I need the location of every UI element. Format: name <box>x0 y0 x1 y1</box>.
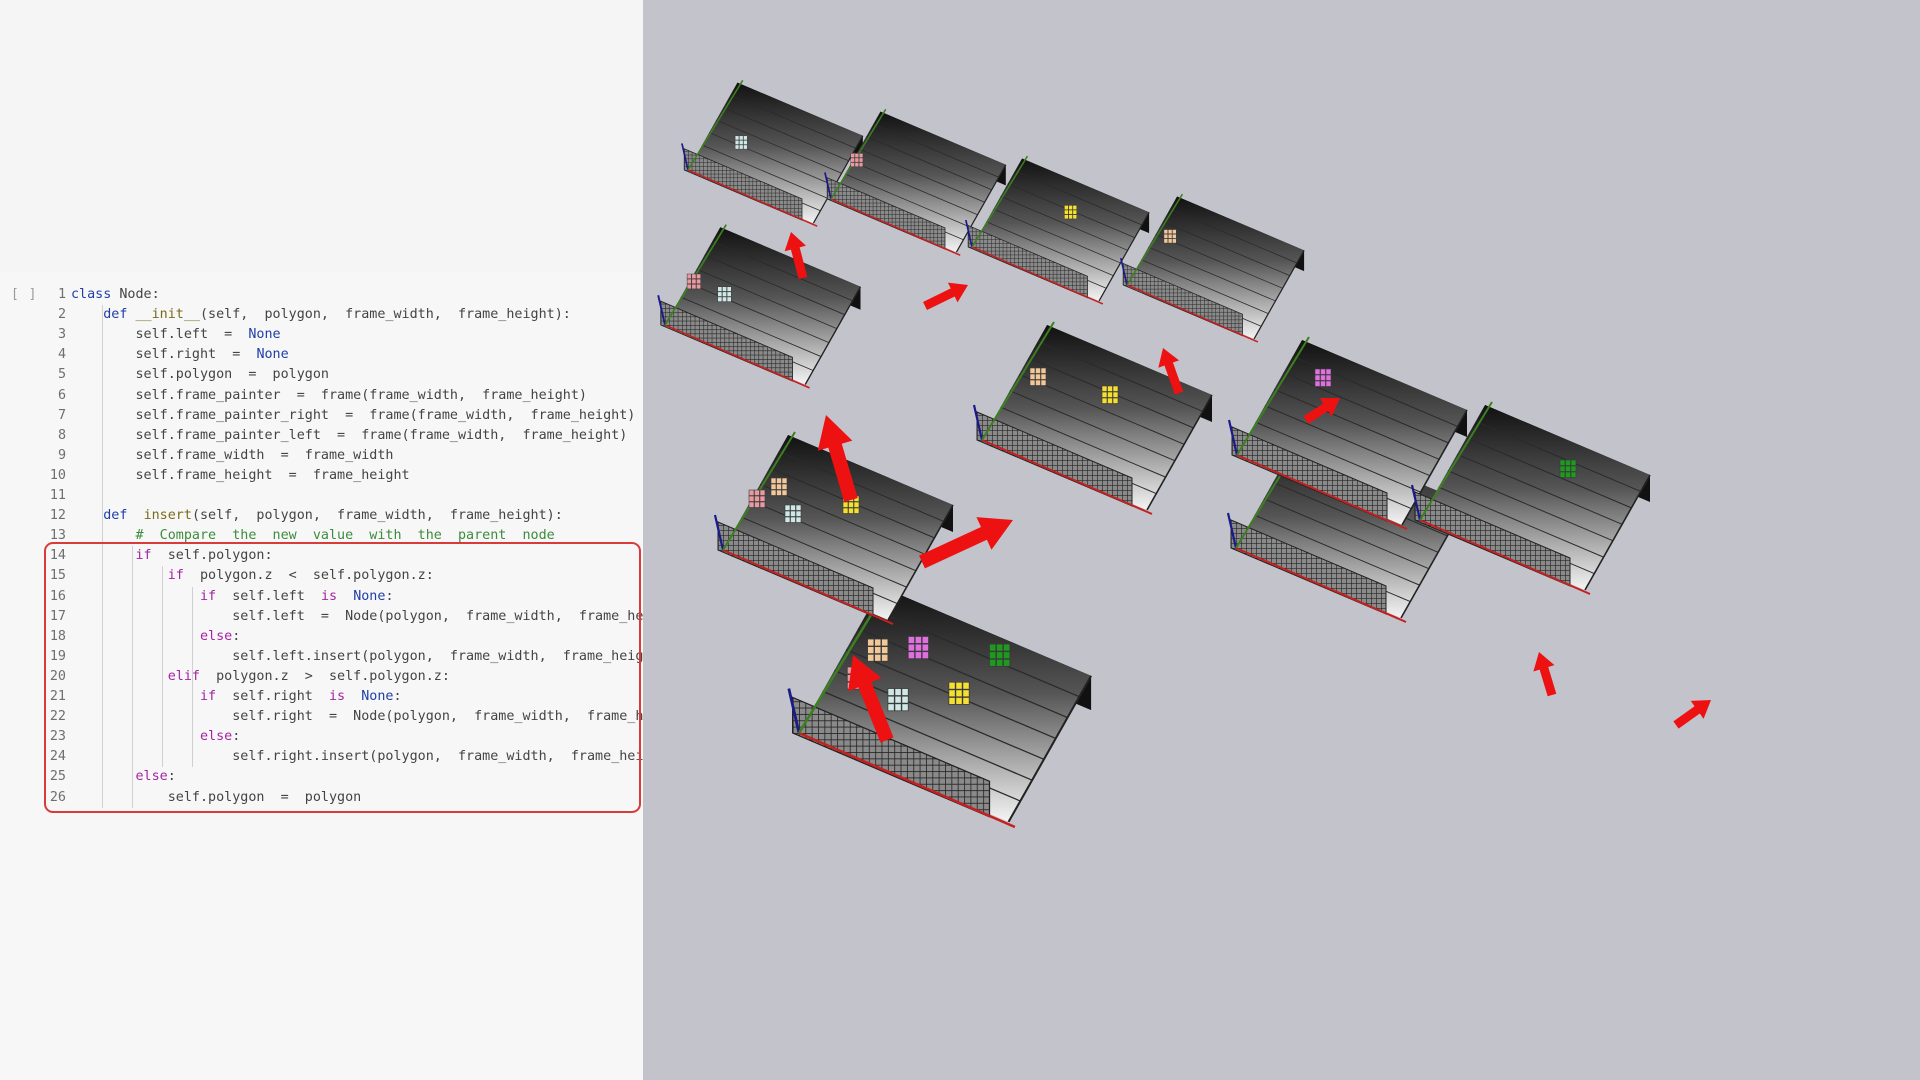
line-number: 9 <box>57 447 66 463</box>
code-token: Node: <box>111 287 160 302</box>
line-number: 5 <box>57 367 66 383</box>
block-yellow <box>1064 205 1077 220</box>
block-green <box>1559 459 1577 478</box>
line-code: self.frame_painter_right = frame(frame_w… <box>71 406 635 426</box>
line-number: 4 <box>57 347 66 363</box>
code-token: (self, polygon, frame_width, frame_heigh… <box>200 307 571 323</box>
line-number: 8 <box>57 427 66 443</box>
code-token: self.right = <box>71 347 257 363</box>
code-token: self.frame_width = frame_width <box>71 447 394 463</box>
block-cyan <box>717 286 732 302</box>
line-code: self.frame_painter = frame(frame_width, … <box>71 386 587 406</box>
block-peach <box>1029 367 1047 386</box>
line-number: 7 <box>57 407 66 423</box>
block-pink <box>748 489 766 508</box>
code-token: self.left = <box>71 327 249 343</box>
code-token: (self, polygon, frame_width, frame_heigh… <box>191 508 563 524</box>
line-number: 2 <box>57 307 66 323</box>
block-yellow <box>1101 385 1119 404</box>
line-code: def __init__(self, polygon, frame_width,… <box>71 305 571 325</box>
bst-frames-scene <box>657 79 1711 829</box>
block-cyan <box>734 135 748 150</box>
line-number: 1 <box>57 287 66 302</box>
line-code: self.frame_height = frame_height <box>71 466 410 486</box>
block-magenta <box>1314 368 1332 387</box>
arrow-right-to-right-left <box>1533 652 1557 697</box>
line-number: 3 <box>57 327 66 343</box>
frame-left-right <box>972 321 1213 515</box>
line-code: self.right = None <box>71 345 289 365</box>
line-number: 11 <box>49 488 66 503</box>
cell-run-indicator[interactable]: [ ] <box>11 287 37 302</box>
code-token: self.frame_painter_right = frame(frame_w… <box>71 407 636 423</box>
code-token: self.frame_height = frame_height <box>71 467 410 483</box>
line-number: 10 <box>49 467 66 483</box>
editor-empty-area <box>0 0 643 272</box>
block-peach <box>1163 229 1177 244</box>
frame-root <box>787 582 1092 829</box>
line-code: self.frame_painter_left = frame(frame_wi… <box>71 426 627 446</box>
highlighted-code-region <box>44 542 641 813</box>
code-token: def <box>103 307 128 323</box>
block-cyan <box>784 504 802 523</box>
code-token: self.frame_painter = frame(frame_width, … <box>71 387 587 403</box>
block-pink <box>686 273 701 290</box>
code-token: self.frame_painter_left = frame(frame_wi… <box>71 427 628 443</box>
block-green <box>989 643 1011 667</box>
block-peach <box>770 477 788 496</box>
code-editor-panel: [ ] 1 class Node: 2 def __init__(self, pol… <box>0 0 692 1080</box>
line-number: 6 <box>57 387 66 403</box>
line-code: class Node: <box>71 285 160 305</box>
line-code: def insert(self, polygon, frame_width, f… <box>71 506 563 526</box>
block-peach <box>867 638 889 662</box>
block-magenta <box>907 636 929 660</box>
code-token: insert <box>143 508 192 524</box>
frame-left-left <box>657 224 862 389</box>
code-token: __init__ <box>135 307 201 323</box>
arrow-right-to-right-right <box>1673 700 1711 729</box>
block-yellow <box>948 681 970 705</box>
block-cyan <box>887 688 909 712</box>
code-token: def <box>103 508 128 524</box>
line-code: self.polygon = polygon <box>71 365 329 385</box>
block-pink <box>850 153 864 167</box>
code-token: self.polygon = polygon <box>71 367 329 383</box>
3d-viewport[interactable] <box>643 0 1920 1080</box>
arrow-left-left-to-left-left-right <box>923 282 968 311</box>
code-token: class <box>71 287 112 302</box>
line-code: self.frame_width = frame_width <box>71 446 393 466</box>
code-token: None <box>248 327 281 343</box>
code-token: # Compare the new value with the parent … <box>135 528 555 544</box>
line-number: 12 <box>49 508 66 524</box>
frame-left-left-left <box>681 79 864 227</box>
code-token: None <box>256 347 289 363</box>
